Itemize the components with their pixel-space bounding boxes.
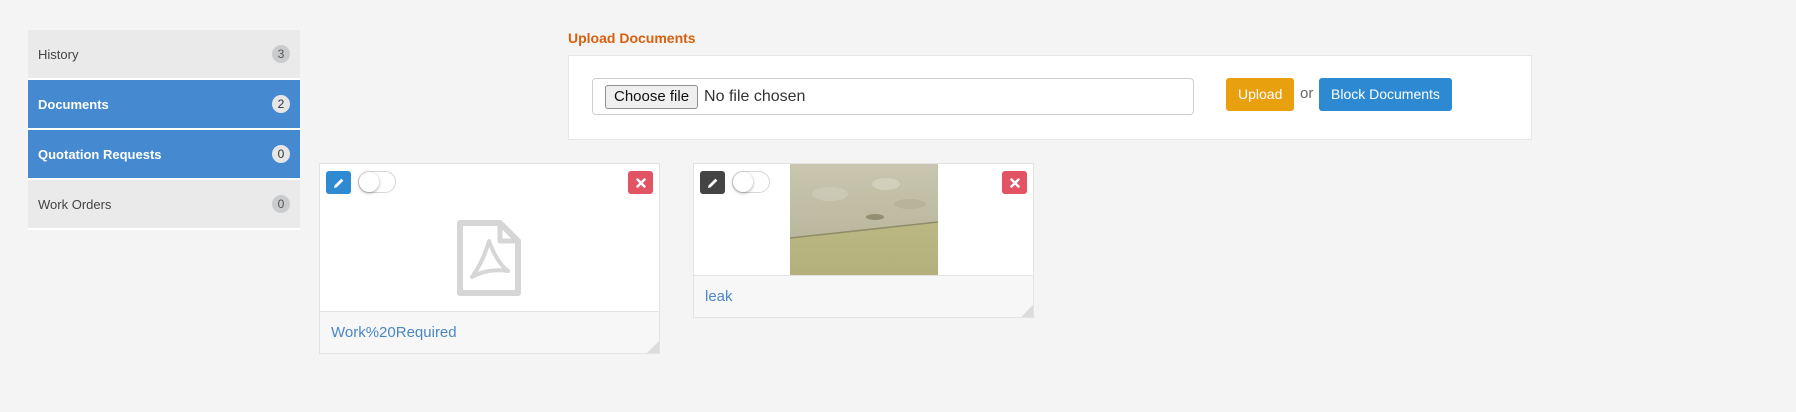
pdf-file-icon[interactable] (456, 219, 522, 297)
document-card: leak (693, 163, 1034, 318)
delete-button[interactable] (1002, 171, 1027, 194)
document-link[interactable]: Work%20Required (331, 324, 457, 341)
count-badge: 3 (272, 45, 290, 63)
resize-corner (647, 341, 659, 353)
sidebar-item-work-orders[interactable]: Work Orders 0 (28, 180, 300, 230)
delete-button[interactable] (628, 171, 653, 194)
pencil-icon (707, 178, 717, 188)
choose-file-button[interactable]: Choose file (605, 84, 699, 109)
close-icon (1009, 177, 1020, 188)
sidebar-nav: History 3 Documents 2 Quotation Requests… (28, 30, 300, 230)
toggle-knob (359, 172, 379, 192)
card-footer: Work%20Required (320, 311, 659, 353)
visibility-toggle[interactable] (358, 171, 396, 193)
card-footer: leak (694, 275, 1033, 317)
image-thumbnail[interactable] (790, 164, 938, 275)
file-input[interactable]: Choose file No file chosen (592, 78, 1194, 115)
count-badge: 0 (272, 145, 290, 163)
sidebar-item-label: Documents (38, 96, 109, 112)
sidebar-item-label: Work Orders (38, 196, 112, 212)
document-card: Work%20Required (319, 163, 660, 354)
sidebar-item-label: History (38, 46, 79, 62)
upload-button[interactable]: Upload (1226, 78, 1295, 111)
sidebar-item-documents[interactable]: Documents 2 (28, 80, 300, 130)
edit-button[interactable] (700, 171, 725, 194)
sidebar-item-label: Quotation Requests (38, 146, 162, 162)
count-badge: 0 (272, 195, 290, 213)
edit-button[interactable] (326, 171, 351, 194)
or-separator: or (1300, 85, 1314, 102)
visibility-toggle[interactable] (732, 171, 770, 193)
upload-section-title: Upload Documents (568, 30, 696, 46)
resize-corner (1021, 305, 1033, 317)
block-documents-button[interactable]: Block Documents (1319, 78, 1452, 111)
sidebar-item-history[interactable]: History 3 (28, 30, 300, 80)
document-link[interactable]: leak (705, 288, 733, 305)
upload-panel: Choose file No file chosen Upload or Blo… (568, 55, 1532, 140)
close-icon (635, 177, 646, 188)
toggle-knob (733, 172, 753, 192)
count-badge: 2 (272, 95, 290, 113)
pencil-icon (333, 178, 343, 188)
file-status-text: No file chosen (704, 87, 806, 105)
sidebar-item-quotation-requests[interactable]: Quotation Requests 0 (28, 130, 300, 180)
